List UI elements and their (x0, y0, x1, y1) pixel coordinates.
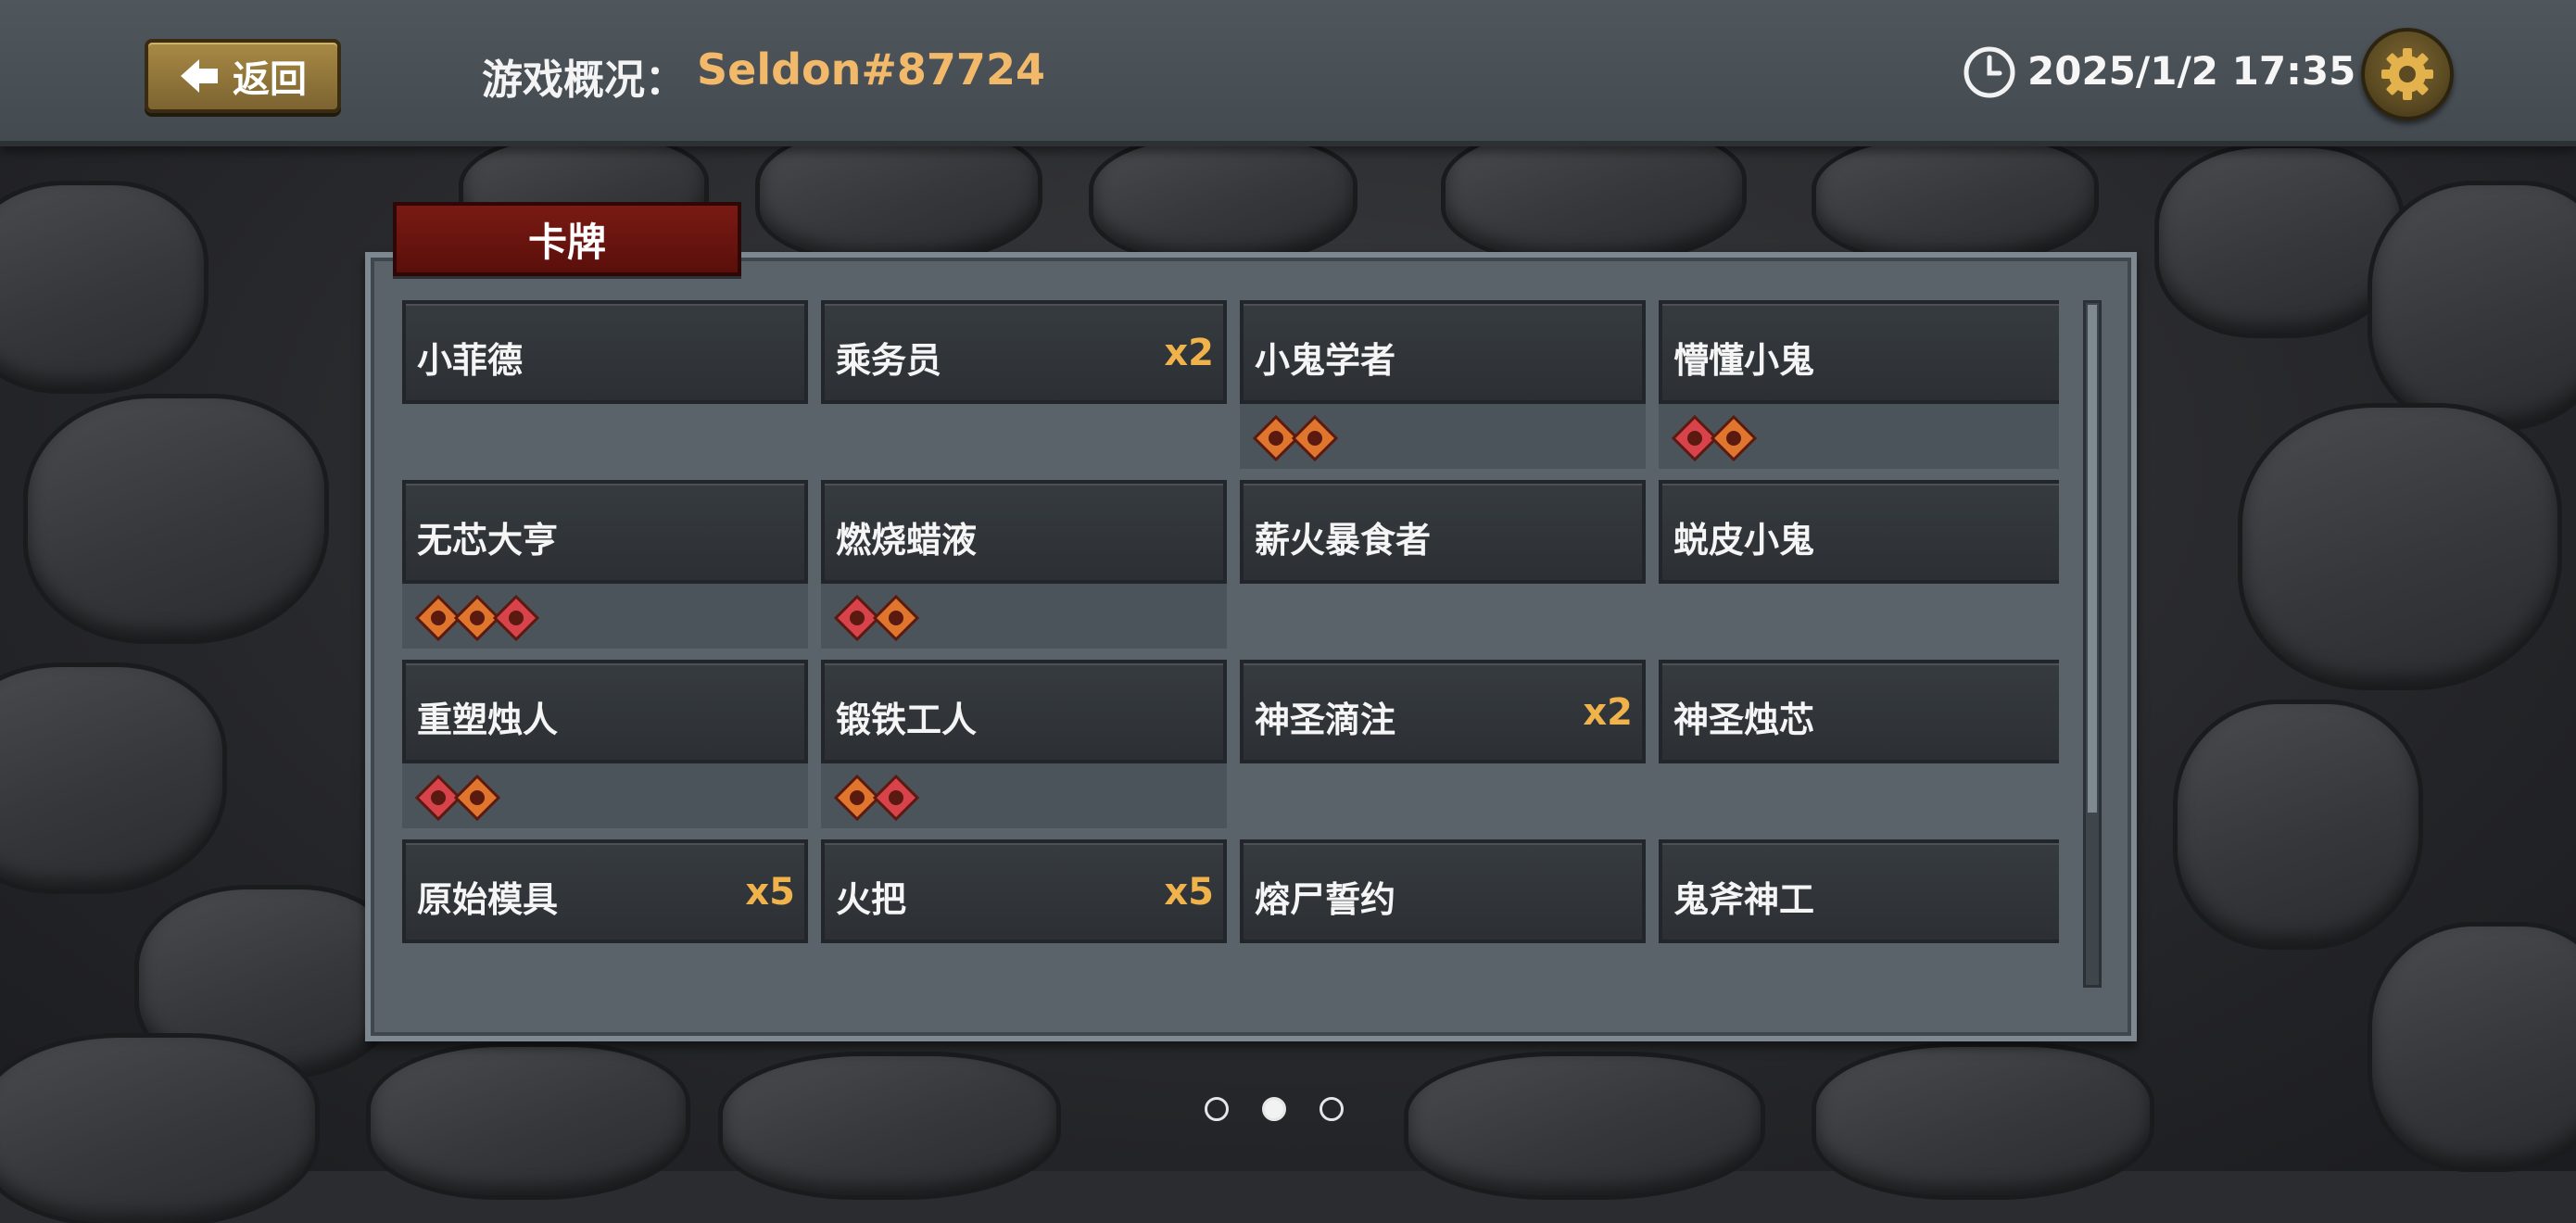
card-name: 鬼斧神工 (1673, 879, 1815, 920)
top-bar: 返回 游戏概况： Seldon#87724 2025/1/2 17:35 (0, 0, 2576, 146)
card-count: x2 (1164, 332, 1214, 374)
card-name: 小鬼学者 (1255, 340, 1396, 381)
card-name: 锻铁工人 (836, 700, 978, 740)
card-name: 蜕皮小鬼 (1673, 520, 1815, 561)
card-name: 无芯大亨 (417, 520, 559, 561)
card-name: 神圣滴注 (1255, 700, 1396, 740)
card-badge-row (1240, 943, 1646, 988)
cards-scroll-area[interactable]: 小菲德 乘务员 x2 小鬼学者 懵懂小鬼无芯大亨 燃烧蜡液 薪火暴食者 蜕皮小鬼重塑烛人 锻铁工… (402, 300, 2059, 988)
card-badge-row (821, 404, 1227, 469)
card-item[interactable]: 懵懂小鬼 (1659, 300, 2059, 480)
card-item[interactable]: 原始模具 x5 (402, 839, 808, 988)
card-name: 懵懂小鬼 (1673, 340, 1815, 381)
card-item[interactable]: 熔尸誓约 (1240, 839, 1646, 988)
card-name: 重塑烛人 (417, 700, 559, 740)
card-header[interactable]: 原始模具 x5 (402, 839, 808, 943)
card-header[interactable]: 蜕皮小鬼 (1659, 480, 2059, 584)
card-badge-row (1659, 584, 2059, 649)
page-indicator (1205, 1097, 1344, 1121)
heart-badge-icon (1292, 415, 1338, 461)
card-badge-row (402, 584, 808, 649)
card-header[interactable]: 神圣滴注 x2 (1240, 660, 1646, 763)
card-item[interactable]: 重塑烛人 (402, 660, 808, 839)
card-name: 原始模具 (417, 879, 559, 920)
scrollbar-thumb[interactable] (2088, 305, 2097, 813)
page-title: 游戏概况： (482, 57, 686, 104)
card-name: 乘务员 (836, 340, 942, 381)
username-label: Seldon#87724 (697, 44, 1045, 95)
datetime-label: 2025/1/2 17:35 (2027, 48, 2356, 94)
gem-badge-icon (493, 595, 539, 641)
card-grid: 小菲德 乘务员 x2 小鬼学者 懵懂小鬼无芯大亨 燃烧蜡液 薪火暴食者 蜕皮小鬼重塑烛人 锻铁工… (402, 300, 2059, 988)
card-header[interactable]: 燃烧蜡液 (821, 480, 1227, 584)
card-header[interactable]: 乘务员 x2 (821, 300, 1227, 404)
card-name: 薪火暴食者 (1255, 520, 1432, 561)
card-name: 神圣烛芯 (1673, 700, 1815, 740)
card-header[interactable]: 小鬼学者 (1240, 300, 1646, 404)
card-badge-row (402, 404, 808, 469)
card-item[interactable]: 无芯大亨 (402, 480, 808, 660)
card-header[interactable]: 火把 x5 (821, 839, 1227, 943)
card-badge-row (1659, 763, 2059, 828)
card-item[interactable]: 神圣烛芯 (1659, 660, 2059, 839)
scroll-badge-icon (873, 775, 919, 821)
left-arrow-icon (181, 59, 218, 93)
card-item[interactable]: 神圣滴注 x2 (1240, 660, 1646, 839)
card-item[interactable]: 薪火暴食者 (1240, 480, 1646, 660)
card-badge-row (821, 584, 1227, 649)
card-header[interactable]: 无芯大亨 (402, 480, 808, 584)
card-badge-row (1659, 404, 2059, 469)
card-badge-row (1240, 584, 1646, 649)
dagger-badge-icon (1711, 415, 1757, 461)
dagger-badge-icon (454, 775, 500, 821)
page-dot[interactable] (1320, 1097, 1344, 1121)
gear-icon (2381, 48, 2433, 100)
clock-icon (1964, 46, 2015, 98)
card-badge-row (1659, 943, 2059, 988)
card-name: 火把 (836, 879, 907, 920)
settings-button[interactable] (2361, 28, 2454, 120)
card-header[interactable]: 熔尸誓约 (1240, 839, 1646, 943)
card-header[interactable]: 小菲德 (402, 300, 808, 404)
card-count: x5 (745, 871, 795, 914)
card-count: x5 (1164, 871, 1214, 914)
card-badge-row (821, 943, 1227, 988)
card-item[interactable]: 锻铁工人 (821, 660, 1227, 839)
card-header[interactable]: 锻铁工人 (821, 660, 1227, 763)
card-badge-row (821, 763, 1227, 828)
card-count: x2 (1583, 691, 1633, 734)
card-header[interactable]: 懵懂小鬼 (1659, 300, 2059, 404)
scrollbar[interactable] (2083, 300, 2102, 988)
card-name: 燃烧蜡液 (836, 520, 978, 561)
card-item[interactable]: 火把 x5 (821, 839, 1227, 988)
card-item[interactable]: 小鬼学者 (1240, 300, 1646, 480)
card-item[interactable]: 蜕皮小鬼 (1659, 480, 2059, 660)
page-dot[interactable] (1262, 1097, 1286, 1121)
card-item[interactable]: 小菲德 (402, 300, 808, 480)
skull-badge-icon (873, 595, 919, 641)
card-badge-row (1240, 404, 1646, 469)
card-header[interactable]: 薪火暴食者 (1240, 480, 1646, 584)
card-item[interactable]: 鬼斧神工 (1659, 839, 2059, 988)
cards-panel: 小菲德 乘务员 x2 小鬼学者 懵懂小鬼无芯大亨 燃烧蜡液 薪火暴食者 蜕皮小鬼重塑烛人 锻铁工… (365, 252, 2137, 1041)
card-header[interactable]: 鬼斧神工 (1659, 839, 2059, 943)
card-header[interactable]: 神圣烛芯 (1659, 660, 2059, 763)
page-dot[interactable] (1205, 1097, 1229, 1121)
card-badge-row (1240, 763, 1646, 828)
back-label: 返回 (233, 58, 307, 101)
back-button[interactable]: 返回 (145, 39, 341, 113)
card-item[interactable]: 燃烧蜡液 (821, 480, 1227, 660)
card-item[interactable]: 乘务员 x2 (821, 300, 1227, 480)
tab-cards[interactable]: 卡牌 (393, 202, 741, 276)
card-badge-row (402, 943, 808, 988)
card-name: 熔尸誓约 (1255, 879, 1396, 920)
card-badge-row (402, 763, 808, 828)
card-name: 小菲德 (417, 340, 524, 381)
card-header[interactable]: 重塑烛人 (402, 660, 808, 763)
